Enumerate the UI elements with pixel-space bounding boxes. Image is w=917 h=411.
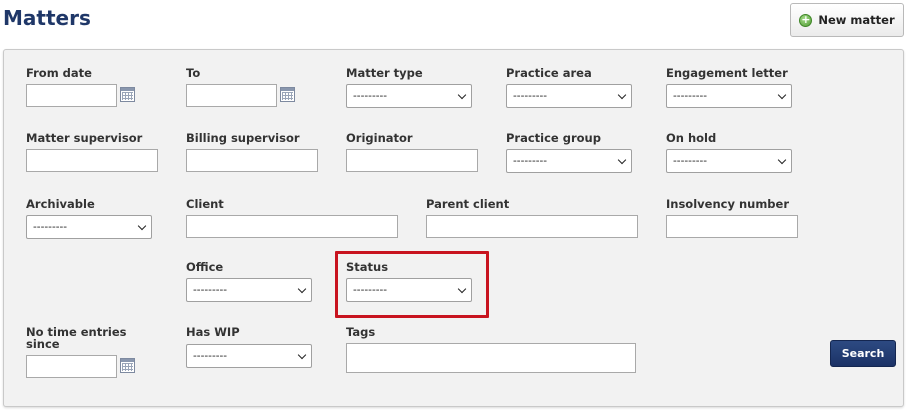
billing-supervisor-label: Billing supervisor bbox=[186, 131, 300, 145]
insolvency-number-input[interactable] bbox=[666, 215, 798, 238]
tags-input[interactable] bbox=[346, 343, 636, 373]
insolvency-number-field: Insolvency number bbox=[666, 198, 789, 210]
no-time-entries-label-line2: since bbox=[26, 337, 60, 351]
chevron-down-icon bbox=[777, 90, 787, 100]
archivable-field: Archivable bbox=[26, 198, 95, 210]
tags-label: Tags bbox=[346, 325, 376, 339]
parent-client-field: Parent client bbox=[426, 198, 509, 210]
new-matter-button[interactable]: + New matter bbox=[790, 3, 904, 37]
chevron-down-icon bbox=[617, 155, 627, 165]
status-select[interactable]: --------- bbox=[346, 278, 472, 302]
chevron-down-icon bbox=[457, 284, 467, 294]
chevron-down-icon bbox=[137, 221, 147, 231]
on-hold-select[interactable]: --------- bbox=[666, 149, 792, 173]
status-field: Status bbox=[346, 261, 388, 273]
search-button[interactable]: Search bbox=[830, 340, 896, 367]
calendar-icon[interactable] bbox=[120, 87, 135, 102]
engagement-letter-value: --------- bbox=[673, 90, 708, 102]
to-field: To bbox=[186, 67, 200, 79]
parent-client-input[interactable] bbox=[426, 215, 638, 238]
originator-input[interactable] bbox=[346, 149, 478, 172]
matter-type-field: Matter type bbox=[346, 67, 423, 79]
plus-circle-icon: + bbox=[799, 13, 813, 27]
chevron-down-icon bbox=[617, 90, 627, 100]
filter-panel: From date To Matter type --------- Pract… bbox=[3, 49, 904, 407]
has-wip-label: Has WIP bbox=[186, 325, 240, 339]
practice-group-label: Practice group bbox=[506, 131, 601, 145]
chevron-down-icon bbox=[457, 90, 467, 100]
no-time-entries-input[interactable] bbox=[26, 355, 117, 378]
matter-supervisor-label: Matter supervisor bbox=[26, 131, 143, 145]
on-hold-label: On hold bbox=[666, 131, 717, 145]
billing-supervisor-field: Billing supervisor bbox=[186, 132, 300, 144]
calendar-icon[interactable] bbox=[120, 358, 135, 373]
office-value: --------- bbox=[193, 284, 228, 296]
office-label: Office bbox=[186, 260, 224, 274]
originator-field: Originator bbox=[346, 132, 413, 144]
matter-supervisor-input[interactable] bbox=[26, 149, 158, 172]
chevron-down-icon bbox=[297, 350, 307, 360]
client-label: Client bbox=[186, 197, 224, 211]
tags-field: Tags bbox=[346, 326, 375, 338]
insolvency-number-label: Insolvency number bbox=[666, 197, 790, 211]
practice-area-select[interactable]: --------- bbox=[506, 84, 632, 108]
practice-area-value: --------- bbox=[513, 90, 548, 102]
to-label: To bbox=[186, 66, 201, 80]
chevron-down-icon bbox=[297, 284, 307, 294]
on-hold-value: --------- bbox=[673, 155, 708, 167]
matter-type-value: --------- bbox=[353, 90, 388, 102]
page-title: Matters bbox=[3, 6, 91, 30]
on-hold-field: On hold bbox=[666, 132, 716, 144]
office-select[interactable]: --------- bbox=[186, 278, 312, 302]
engagement-letter-select[interactable]: --------- bbox=[666, 84, 792, 108]
practice-group-value: --------- bbox=[513, 155, 548, 167]
from-date-label: From date bbox=[26, 66, 92, 80]
originator-label: Originator bbox=[346, 131, 413, 145]
archivable-value: --------- bbox=[33, 221, 68, 233]
has-wip-value: --------- bbox=[193, 350, 228, 362]
client-field: Client bbox=[186, 198, 224, 210]
chevron-down-icon bbox=[777, 155, 787, 165]
matter-type-select[interactable]: --------- bbox=[346, 84, 472, 108]
engagement-letter-label: Engagement letter bbox=[666, 66, 788, 80]
billing-supervisor-input[interactable] bbox=[186, 149, 318, 172]
engagement-letter-field: Engagement letter bbox=[666, 67, 788, 79]
new-matter-label: New matter bbox=[818, 13, 895, 27]
status-label: Status bbox=[346, 260, 389, 274]
from-date-input[interactable] bbox=[26, 84, 117, 107]
no-time-entries-field: No time entries since bbox=[26, 326, 127, 350]
matter-supervisor-field: Matter supervisor bbox=[26, 132, 142, 144]
has-wip-select[interactable]: --------- bbox=[186, 344, 312, 368]
from-date-field: From date bbox=[26, 67, 92, 79]
has-wip-field: Has WIP bbox=[186, 326, 240, 338]
calendar-icon[interactable] bbox=[280, 87, 295, 102]
practice-area-label: Practice area bbox=[506, 66, 592, 80]
parent-client-label: Parent client bbox=[426, 197, 510, 211]
office-field: Office bbox=[186, 261, 223, 273]
archivable-label: Archivable bbox=[26, 197, 95, 211]
practice-group-field: Practice group bbox=[506, 132, 601, 144]
archivable-select[interactable]: --------- bbox=[26, 215, 152, 239]
to-input[interactable] bbox=[186, 84, 277, 107]
matter-type-label: Matter type bbox=[346, 66, 423, 80]
practice-group-select[interactable]: --------- bbox=[506, 149, 632, 173]
client-input[interactable] bbox=[186, 215, 398, 238]
practice-area-field: Practice area bbox=[506, 67, 592, 79]
status-value: --------- bbox=[353, 284, 388, 296]
